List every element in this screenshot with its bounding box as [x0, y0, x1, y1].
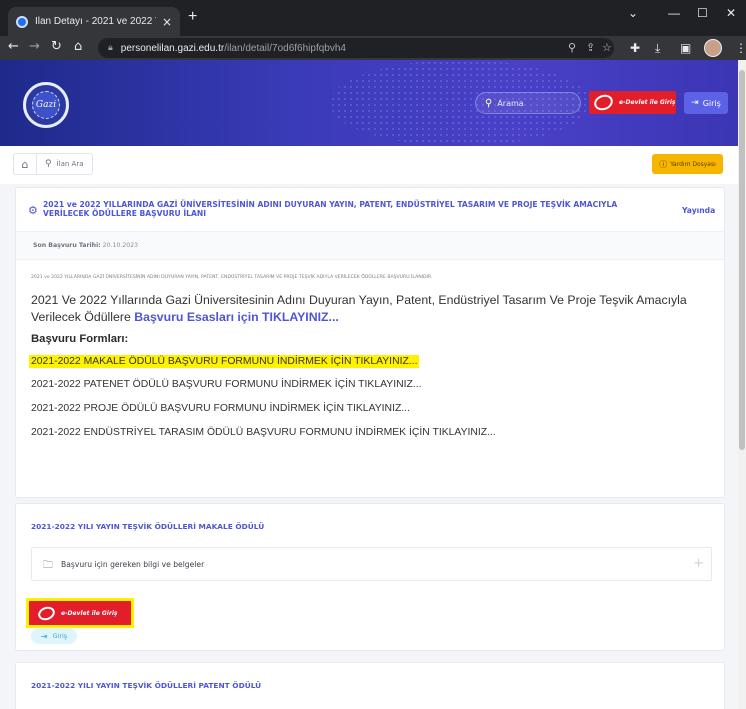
help-file-button[interactable]: ⓘ Yardım Dosyası [652, 154, 723, 174]
deadline-row: Son Başvuru Tarihi: 20.10.2023 [16, 232, 724, 260]
new-tab-button[interactable]: + [188, 8, 197, 26]
forward-icon[interactable]: → [29, 39, 40, 54]
edevlet-login-button[interactable]: e-Devlet ile Giriş [589, 91, 676, 114]
share-icon[interactable]: ⇪ [586, 41, 595, 54]
breadcrumb-search-listings[interactable]: ⚲ İlan Ara [37, 159, 92, 169]
form-link-patent[interactable]: 2021-2022 PATENET ÖDÜLÜ BAŞVURU FORMUNU … [31, 379, 422, 390]
edevlet-logo-icon [592, 92, 615, 113]
lock-icon[interactable]: 🔒︎ [108, 43, 113, 53]
help-label: Yardım Dosyası [670, 160, 716, 168]
logo-emblem: Gazi [32, 91, 60, 119]
edevlet-logo-icon [36, 603, 57, 623]
tab-favicon-icon [16, 15, 28, 28]
search-icon: ⚲ [485, 97, 493, 109]
award-title: 2021-2022 YILI YAYIN TEŞVİK ÖDÜLLERİ PAT… [31, 681, 262, 690]
zoom-icon[interactable]: ⚲ [568, 41, 576, 54]
intro-text: 2021 Ve 2022 Yıllarında Gazi Üniversites… [31, 293, 687, 324]
university-logo[interactable]: Gazi [23, 82, 69, 128]
info-icon: ⓘ [659, 159, 668, 169]
maximize-icon[interactable]: ☐ [697, 6, 708, 20]
login-icon: ⇥ [40, 631, 48, 641]
document-icon: 🗀 [43, 560, 53, 571]
star-icon[interactable]: ☆ [602, 41, 612, 54]
window-close-icon[interactable]: ✕ [726, 6, 736, 20]
home-icon[interactable]: ⌂ [74, 39, 82, 54]
login-label: Giriş [702, 98, 721, 108]
tab-title: İlan Detayı - 2021 ve 2022 YILLA [35, 16, 156, 27]
scrollbar-thumb[interactable] [739, 70, 745, 450]
minimize-icon[interactable]: — [668, 6, 680, 20]
browser-tab[interactable]: İlan Detayı - 2021 ve 2022 YILLA × [8, 7, 180, 36]
extensions-icon[interactable]: ✚ [630, 41, 640, 55]
search-placeholder: Arama [497, 98, 524, 108]
download-icon[interactable]: ⤓ [655, 41, 660, 56]
form-link-article[interactable]: 2021-2022 MAKALE ÖDÜLÜ BAŞVURU FORMUNU İ… [29, 355, 420, 368]
listing-title: 2021 ve 2022 YILLARINDA GAZİ ÜNİVERSİTES… [43, 200, 618, 218]
edevlet-label: e-Devlet ile Giriş [61, 609, 118, 617]
deadline: Son Başvuru Tarihi: 20.10.2023 [33, 242, 138, 249]
menu-icon[interactable]: ⋮ [735, 41, 746, 55]
address-bar[interactable]: 🔒︎ personelilan.gazi.edu.tr /ilan/detail… [98, 38, 614, 58]
sidebar-icon[interactable]: ▣ [680, 41, 691, 55]
form-link-industrial-design[interactable]: 2021-2022 ENDÜSTRİYEL TARASIM ÖDÜLÜ BAŞV… [31, 427, 496, 438]
requirements-accordion[interactable]: 🗀 Başvuru için gereken bilgi ve belgeler… [31, 547, 712, 581]
accordion-label: Başvuru için gereken bilgi ve belgeler [61, 560, 205, 569]
url-host: personelilan.gazi.edu.tr [120, 42, 225, 54]
login-label: Giriş [52, 632, 68, 640]
breadcrumb-label: İlan Ara [56, 160, 84, 168]
reload-icon[interactable]: ↻ [51, 39, 62, 54]
back-icon[interactable]: ← [8, 39, 19, 54]
login-button[interactable]: ⇥ Giriş [31, 628, 77, 644]
tab-close-icon[interactable]: × [162, 15, 172, 29]
edevlet-login-button[interactable]: e-Devlet ile Giriş [29, 601, 131, 625]
edevlet-label: e-Devlet ile Giriş [619, 99, 676, 106]
search-input[interactable]: ⚲ Arama [475, 92, 581, 114]
login-icon: ⇥ [691, 98, 699, 108]
status-badge: Yayında [682, 206, 716, 215]
sub-toolbar: ⌂ ⚲ İlan Ara ⓘ Yardım Dosyası [0, 146, 738, 184]
award-title: 2021-2022 YILI YAYIN TEŞVİK ÖDÜLLERİ MAK… [31, 522, 265, 531]
search-icon: ⚲ [45, 159, 52, 169]
page-scrollbar[interactable] [738, 60, 746, 709]
breadcrumb: ⌂ ⚲ İlan Ara [13, 153, 93, 175]
form-link-project[interactable]: 2021-2022 PROJE ÖDÜLÜ BAŞVURU FORMUNU İN… [31, 403, 410, 414]
deadline-label: Son Başvuru Tarihi: [33, 242, 101, 249]
award-card-article: 2021-2022 YILI YAYIN TEŞVİK ÖDÜLLERİ MAK… [15, 503, 725, 651]
deadline-value: 20.10.2023 [102, 242, 139, 249]
award-card-patent: 2021-2022 YILI YAYIN TEŞVİK ÖDÜLLERİ PAT… [15, 662, 725, 709]
forms-heading: Başvuru Formları: [31, 333, 129, 345]
expand-plus-icon[interactable]: + [693, 556, 704, 571]
site-header: Gazi ⚲ Arama e-Devlet ile Giriş ⇥ Giriş [0, 60, 738, 146]
listing-header: ⚙ 2021 ve 2022 YILLARINDA GAZİ ÜNİVERSİT… [16, 188, 724, 232]
listing-intro: 2021 Ve 2022 Yıllarında Gazi Üniversites… [31, 292, 721, 326]
gear-icon: ⚙ [28, 204, 38, 217]
browser-tabbar: İlan Detayı - 2021 ve 2022 YILLA × + ⌄ —… [0, 0, 746, 36]
url-path: /ilan/detail/7od6f6hipfqbvh4 [224, 42, 346, 54]
listing-card: ⚙ 2021 ve 2022 YILLARINDA GAZİ ÜNİVERSİT… [15, 187, 725, 498]
tab-search-icon[interactable]: ⌄ [628, 6, 638, 20]
login-button[interactable]: ⇥ Giriş [684, 92, 728, 114]
home-icon[interactable]: ⌂ [14, 154, 37, 174]
profile-avatar[interactable] [704, 39, 722, 57]
guidelines-link[interactable]: Başvuru Esasları için TIKLAYINIZ... [134, 310, 339, 324]
listing-description: 2021 ve 2022 YILLARINDA GAZİ ÜNİVERSİTES… [31, 275, 433, 280]
